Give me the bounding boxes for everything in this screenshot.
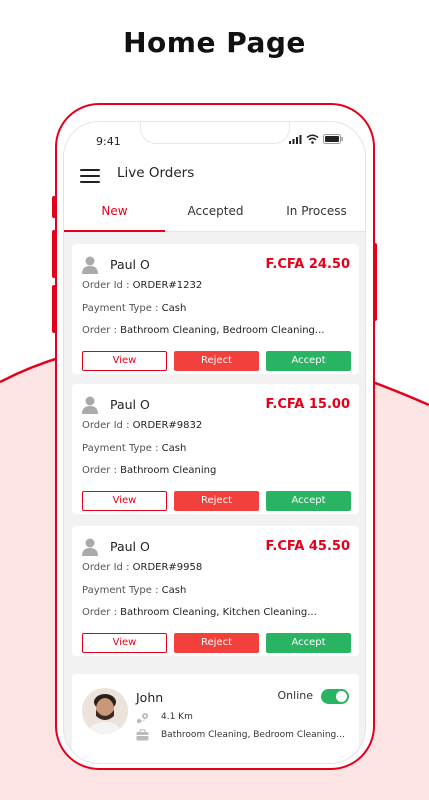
online-toggle[interactable] — [321, 689, 349, 704]
user-icon — [82, 538, 98, 556]
accept-button[interactable]: Accept — [266, 633, 351, 653]
services-label: Order : — [82, 325, 117, 336]
avatar — [82, 688, 128, 734]
services-line: Order : Bathroom Cleaning — [82, 465, 216, 476]
tab-in-process[interactable]: In Process — [266, 196, 365, 231]
wifi-icon — [306, 134, 319, 144]
order-id-value: ORDER#9958 — [132, 562, 203, 573]
order-card: Paul O F.CFA 15.00 Order Id : ORDER#9832… — [72, 384, 359, 514]
order-card: Paul O F.CFA 24.50 Order Id : ORDER#1232… — [72, 244, 359, 374]
view-button[interactable]: View — [82, 351, 167, 371]
phone-side-button — [52, 230, 56, 278]
tab-new[interactable]: New — [64, 196, 165, 232]
services-line: Order : Bathroom Cleaning, Kitchen Clean… — [82, 607, 317, 618]
order-id-line: Order Id : ORDER#1232 — [82, 280, 202, 291]
payment-label: Payment Type : — [82, 585, 159, 596]
briefcase-icon — [136, 729, 149, 741]
accept-button[interactable]: Accept — [266, 491, 351, 511]
driver-card: John Online 4.1 Km Bathroom Cleaning, Be… — [72, 674, 359, 763]
payment-line: Payment Type : Cash — [82, 443, 186, 454]
reject-button[interactable]: Reject — [174, 491, 259, 511]
payment-line: Payment Type : Cash — [82, 585, 186, 596]
payment-value: Cash — [161, 303, 187, 314]
order-id-line: Order Id : ORDER#9832 — [82, 420, 202, 431]
services-label: Order : — [82, 465, 117, 476]
page-heading: Home Page — [123, 26, 306, 59]
battery-icon — [323, 134, 343, 144]
reject-button[interactable]: Reject — [174, 351, 259, 371]
order-id-label: Order Id : — [82, 280, 130, 291]
order-price: F.CFA 15.00 — [265, 397, 350, 412]
driver-name: John — [136, 690, 164, 705]
app-header: Live Orders — [64, 160, 365, 196]
customer-name: Paul O — [110, 397, 150, 412]
services-label: Order : — [82, 607, 117, 618]
order-price: F.CFA 45.50 — [265, 539, 350, 554]
reject-button[interactable]: Reject — [174, 633, 259, 653]
services-line: Order : Bathroom Cleaning, Bedroom Clean… — [82, 325, 324, 336]
services-value: Bathroom Cleaning, Kitchen Cleaning... — [120, 607, 317, 618]
view-button[interactable]: View — [82, 633, 167, 653]
phone-screen: 9:41 Live Orders New Accepted In Process… — [63, 121, 366, 764]
menu-icon[interactable] — [80, 169, 100, 185]
order-id-label: Order Id : — [82, 562, 130, 573]
payment-label: Payment Type : — [82, 303, 159, 314]
phone-side-button — [52, 285, 56, 333]
view-button[interactable]: View — [82, 491, 167, 511]
page-title: Live Orders — [117, 165, 195, 181]
payment-line: Payment Type : Cash — [82, 303, 186, 314]
status-icons — [289, 134, 343, 144]
customer-name: Paul O — [110, 539, 150, 554]
payment-value: Cash — [161, 585, 187, 596]
services-value: Bathroom Cleaning, Bedroom Cleaning... — [120, 325, 325, 336]
payment-value: Cash — [161, 443, 187, 454]
order-price: F.CFA 24.50 — [265, 257, 350, 272]
payment-label: Payment Type : — [82, 443, 159, 454]
user-icon — [82, 256, 98, 274]
order-id-line: Order Id : ORDER#9958 — [82, 562, 202, 573]
accept-button[interactable]: Accept — [266, 351, 351, 371]
order-id-value: ORDER#9832 — [132, 420, 203, 431]
driver-distance: 4.1 Km — [161, 712, 193, 722]
phone-notch — [140, 122, 290, 144]
signal-icon — [289, 135, 302, 144]
status-time: 9:41 — [96, 135, 121, 148]
order-tabs: New Accepted In Process — [64, 196, 365, 232]
order-id-label: Order Id : — [82, 420, 130, 431]
online-label: Online — [277, 689, 313, 702]
user-icon — [82, 396, 98, 414]
status-bar: 9:41 — [64, 122, 365, 160]
order-card: Paul O F.CFA 45.50 Order Id : ORDER#9958… — [72, 526, 359, 656]
phone-side-button — [373, 243, 377, 321]
tab-accepted[interactable]: Accepted — [165, 196, 266, 231]
services-value: Bathroom Cleaning — [120, 465, 217, 476]
customer-name: Paul O — [110, 257, 150, 272]
order-id-value: ORDER#1232 — [132, 280, 203, 291]
phone-side-button — [52, 196, 56, 218]
location-icon — [136, 713, 148, 724]
driver-services: Bathroom Cleaning, Bedroom Cleaning... — [161, 730, 345, 740]
